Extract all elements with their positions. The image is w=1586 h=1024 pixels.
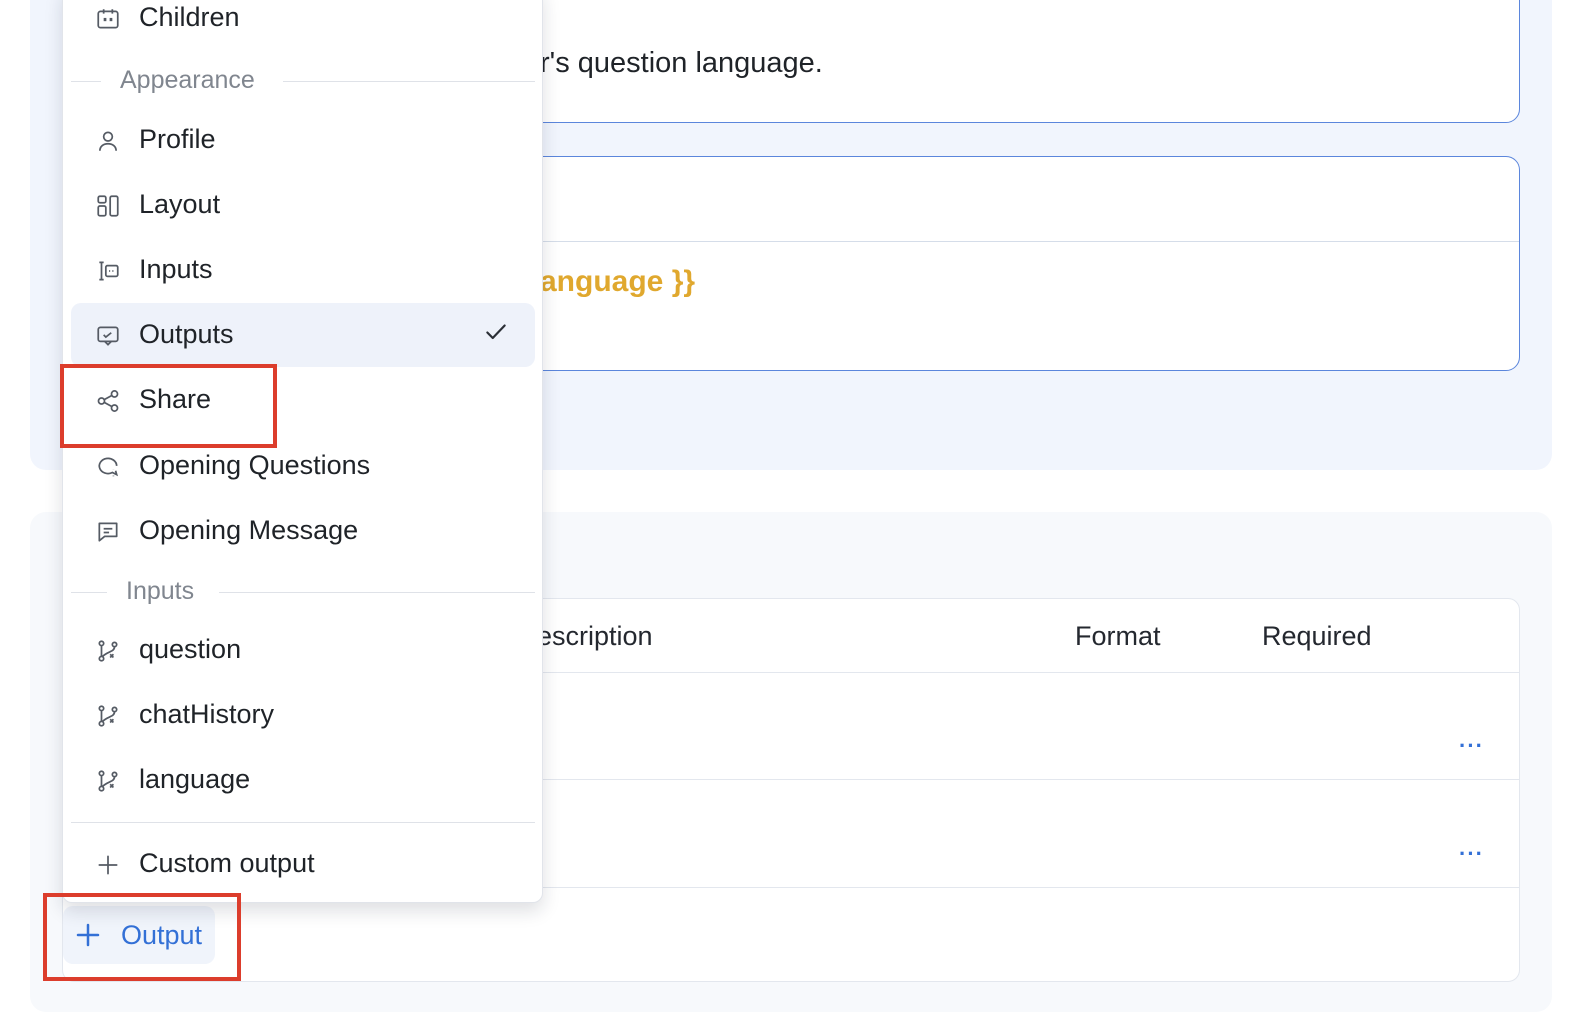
group-divider bbox=[219, 592, 535, 593]
menu-divider bbox=[71, 822, 535, 823]
menu-item-question[interactable]: question bbox=[71, 618, 535, 682]
user-icon bbox=[95, 128, 121, 154]
column-header-description: escription bbox=[537, 621, 653, 651]
template-variable: anguage }} bbox=[540, 265, 696, 298]
menu-item-outputs[interactable]: Outputs bbox=[71, 303, 535, 367]
menu-item-custom-output[interactable]: Custom output bbox=[71, 832, 535, 896]
group-label: Inputs bbox=[126, 577, 195, 605]
group-label: Appearance bbox=[120, 66, 255, 94]
calendar-icon bbox=[95, 6, 121, 32]
menu-item-label: Layout bbox=[139, 189, 221, 219]
group-divider bbox=[71, 81, 101, 82]
column-header-required: Required bbox=[1262, 621, 1372, 651]
menu-item-label: Inputs bbox=[139, 254, 213, 284]
group-header-appearance: Appearance bbox=[71, 66, 535, 96]
highlight-box-add-output bbox=[43, 893, 241, 981]
menu-item-label: Opening Message bbox=[139, 515, 359, 545]
menu-item-label: Profile bbox=[139, 124, 216, 154]
variable-branch-icon bbox=[95, 703, 121, 729]
menu-item-label: chatHistory bbox=[139, 699, 275, 729]
output-chat-icon bbox=[95, 323, 121, 349]
menu-item-chathistory[interactable]: chatHistory bbox=[71, 683, 535, 747]
variable-branch-icon bbox=[95, 768, 121, 794]
layout-icon bbox=[95, 193, 121, 219]
row-more-button[interactable]: ··· bbox=[1459, 841, 1484, 867]
row-more-button[interactable]: ··· bbox=[1459, 733, 1484, 759]
checkmark-icon bbox=[483, 319, 509, 345]
input-field-icon bbox=[95, 258, 121, 284]
menu-item-layout[interactable]: Layout bbox=[71, 173, 535, 237]
menu-item-label: Opening Questions bbox=[139, 450, 371, 480]
column-header-format: Format bbox=[1075, 621, 1161, 651]
menu-item-children[interactable]: Children bbox=[71, 0, 535, 50]
menu-item-label: Outputs bbox=[139, 319, 234, 349]
menu-item-inputs[interactable]: Inputs bbox=[71, 238, 535, 302]
highlight-box-share bbox=[60, 364, 277, 448]
menu-item-label: question bbox=[139, 634, 242, 664]
add-output-dropdown-menu: Children Appearance Profile Layout Input… bbox=[62, 0, 543, 903]
variable-branch-icon bbox=[95, 638, 121, 664]
group-header-inputs: Inputs bbox=[71, 577, 535, 607]
menu-item-label: Children bbox=[139, 2, 240, 32]
menu-item-label: language bbox=[139, 764, 251, 794]
menu-item-language[interactable]: language bbox=[71, 748, 535, 812]
menu-item-label: Custom output bbox=[139, 848, 315, 878]
menu-item-profile[interactable]: Profile bbox=[71, 108, 535, 172]
menu-item-opening-message[interactable]: Opening Message bbox=[71, 499, 535, 563]
group-divider bbox=[71, 592, 107, 593]
message-icon bbox=[95, 519, 121, 545]
prompt-text: r's question language. bbox=[540, 47, 823, 79]
chat-question-icon bbox=[95, 454, 121, 480]
group-divider bbox=[283, 81, 535, 82]
plus-icon bbox=[95, 852, 121, 878]
